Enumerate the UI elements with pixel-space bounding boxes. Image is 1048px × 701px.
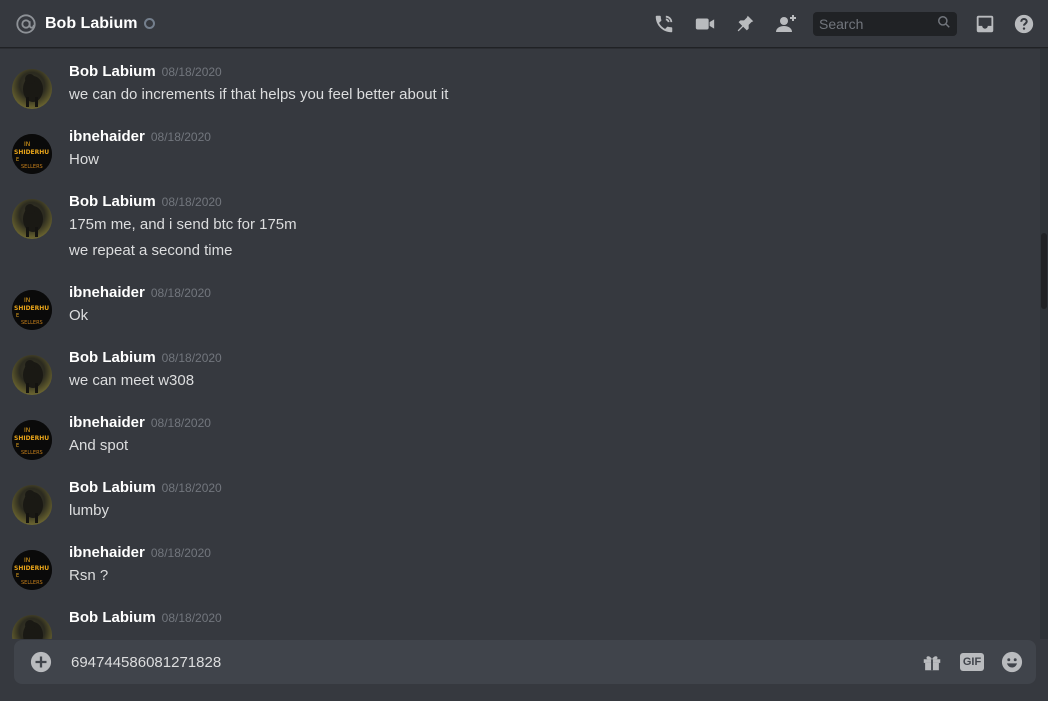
- channel-header: Bob Labium: [0, 0, 1048, 48]
- pin-icon[interactable]: [733, 12, 757, 36]
- message-text: And spot: [69, 437, 129, 454]
- search-icon: [937, 15, 951, 34]
- message-text: How: [69, 151, 100, 168]
- svg-text:IN: IN: [24, 141, 30, 148]
- gift-icon[interactable]: [920, 650, 944, 674]
- svg-text:SELLERS: SELLERS: [21, 164, 43, 170]
- username[interactable]: ibnehaider: [69, 544, 145, 561]
- svg-text:IN: IN: [24, 297, 30, 304]
- search-input[interactable]: [819, 16, 929, 32]
- svg-text:E: E: [16, 573, 19, 579]
- avatar[interactable]: [12, 615, 52, 639]
- message-text: we can do increments if that helps you f…: [69, 86, 449, 103]
- scrollbar-thumb[interactable]: [1041, 233, 1047, 309]
- svg-text:SHIDERHU: SHIDERHU: [14, 149, 49, 156]
- svg-text:SHIDERHU: SHIDERHU: [14, 435, 49, 442]
- add-friend-icon[interactable]: [774, 12, 798, 36]
- status-offline-icon: [144, 18, 156, 29]
- avatar[interactable]: [12, 485, 52, 525]
- timestamp: 08/18/2020: [150, 416, 211, 430]
- message-text: we can meet w308: [69, 372, 195, 389]
- gif-label: GIF: [959, 653, 985, 671]
- svg-text:IN: IN: [24, 557, 30, 564]
- message-text: Ok: [69, 307, 89, 324]
- username[interactable]: Bob Labium: [69, 193, 156, 210]
- timestamp: 08/18/2020: [161, 195, 222, 209]
- upload-plus-icon[interactable]: [30, 651, 52, 673]
- message-text: lumby: [69, 502, 110, 519]
- emoji-icon[interactable]: [1000, 650, 1024, 674]
- username[interactable]: ibnehaider: [69, 414, 145, 431]
- username[interactable]: Bob Labium: [69, 349, 156, 366]
- message-text: 175m me, and i send btc for 175m: [69, 216, 297, 233]
- gif-button[interactable]: GIF: [959, 650, 985, 674]
- timestamp: 08/18/2020: [161, 65, 222, 79]
- message-list: Bob Labium 08/18/2020 we can do increment…: [0, 49, 1040, 639]
- avatar[interactable]: [12, 69, 52, 109]
- call-icon[interactable]: [652, 12, 676, 36]
- at-icon: [14, 12, 38, 36]
- timestamp: 08/18/2020: [161, 351, 222, 365]
- svg-text:E: E: [16, 443, 19, 449]
- username[interactable]: Bob Labium: [69, 609, 156, 626]
- svg-text:SELLERS: SELLERS: [21, 450, 43, 456]
- svg-text:SELLERS: SELLERS: [21, 580, 43, 586]
- svg-text:E: E: [16, 157, 19, 163]
- username[interactable]: ibnehaider: [69, 128, 145, 145]
- svg-text:SELLERS: SELLERS: [21, 320, 43, 326]
- message-composer: GIF: [14, 640, 1036, 684]
- timestamp: 08/18/2020: [150, 546, 211, 560]
- help-icon[interactable]: [1012, 12, 1036, 36]
- avatar[interactable]: [12, 199, 52, 239]
- message-text: we repeat a second time: [69, 242, 233, 259]
- avatar[interactable]: IN SHIDERHU E SELLERS: [12, 290, 52, 330]
- timestamp: 08/18/2020: [150, 286, 211, 300]
- inbox-icon[interactable]: [973, 12, 997, 36]
- timestamp: 08/18/2020: [161, 481, 222, 495]
- avatar[interactable]: IN SHIDERHU E SELLERS: [12, 420, 52, 460]
- username[interactable]: Bob Labium: [69, 63, 156, 80]
- message-input[interactable]: [69, 652, 893, 672]
- svg-text:SHIDERHU: SHIDERHU: [14, 305, 49, 312]
- avatar[interactable]: [12, 355, 52, 395]
- message-text: Rsn ?: [69, 567, 109, 584]
- scrollbar-track[interactable]: [1040, 49, 1048, 639]
- username[interactable]: Bob Labium: [69, 479, 156, 496]
- svg-text:SHIDERHU: SHIDERHU: [14, 565, 49, 572]
- svg-text:IN: IN: [24, 427, 30, 434]
- video-icon[interactable]: [693, 12, 717, 36]
- timestamp: 08/18/2020: [161, 611, 222, 625]
- avatar[interactable]: IN SHIDERHU E SELLERS: [12, 550, 52, 590]
- username[interactable]: ibnehaider: [69, 284, 145, 301]
- svg-text:E: E: [16, 313, 19, 319]
- timestamp: 08/18/2020: [150, 130, 211, 144]
- search-box[interactable]: [813, 12, 957, 36]
- channel-title: Bob Labium: [45, 14, 138, 32]
- avatar[interactable]: IN SHIDERHU E SELLERS: [12, 134, 52, 174]
